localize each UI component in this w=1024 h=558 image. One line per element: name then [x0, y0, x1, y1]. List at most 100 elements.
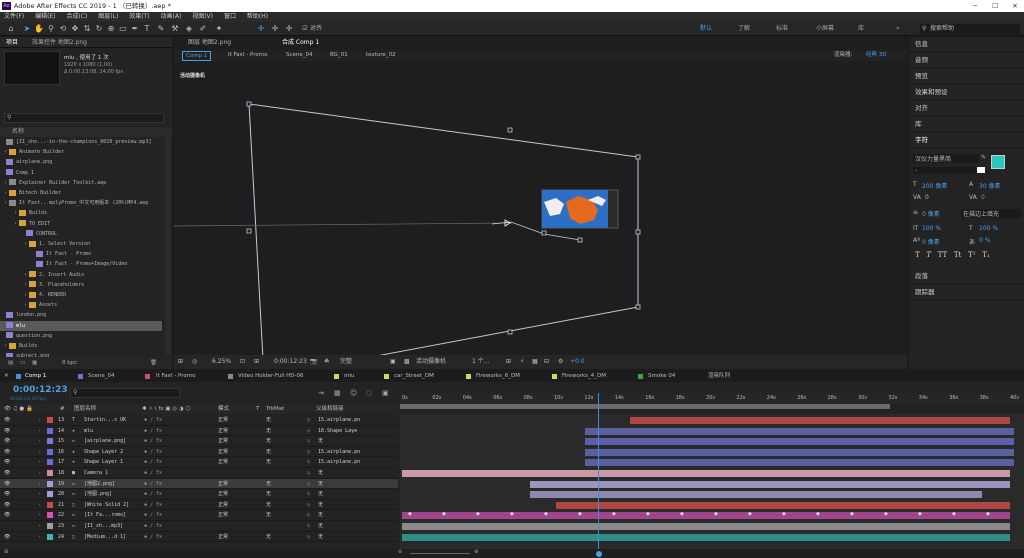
visibility-eye-icon[interactable]: 👁: [4, 489, 10, 500]
flowchart-icon[interactable]: ⊟: [544, 355, 549, 369]
exposure-reset-icon[interactable]: ⚙: [558, 355, 563, 369]
project-item[interactable]: › Explainer Builder Toolkit.aep: [0, 178, 162, 188]
project-item[interactable]: airplane.png: [0, 157, 162, 167]
expand-arrow-icon[interactable]: ›: [4, 200, 7, 206]
col-layer-name[interactable]: 图层名称: [74, 404, 96, 414]
expand-arrow-icon[interactable]: ›: [4, 343, 7, 349]
blend-mode-select[interactable]: 正常: [218, 415, 228, 426]
keyframe-marker[interactable]: ◆: [408, 511, 412, 517]
time-navigator-handle[interactable]: [596, 551, 602, 557]
expand-arrow-icon[interactable]: ›: [38, 426, 41, 437]
font-size-value[interactable]: 200 像素: [922, 181, 947, 190]
panel-character[interactable]: 字符: [909, 133, 1024, 148]
expand-arrow-icon[interactable]: ›: [38, 468, 41, 479]
pickwhip-icon[interactable]: ◎: [307, 500, 310, 511]
pan-camera-icon[interactable]: ✥: [70, 24, 80, 34]
tab-smoke04[interactable]: Smoke 04: [648, 371, 675, 382]
puppet-pin-icon[interactable]: ✦: [214, 24, 224, 34]
av-switches-icon[interactable]: 👁 ♫ ● 🔒: [4, 404, 33, 414]
layer-switches[interactable]: ✱ ∕ fx: [144, 436, 162, 447]
exposure-value[interactable]: +0.0: [570, 355, 585, 369]
label-color-swatch[interactable]: [47, 523, 53, 529]
panel-paragraph[interactable]: 段落: [909, 269, 1024, 284]
layer-name[interactable]: [地图2.png]: [84, 479, 115, 490]
home-icon[interactable]: ⌂: [6, 24, 16, 34]
keyframe-marker[interactable]: ◆: [646, 511, 650, 517]
snapshot-icon[interactable]: 📷: [310, 355, 317, 369]
keyframe-marker[interactable]: ◆: [680, 511, 684, 517]
fill-color-swatch[interactable]: [991, 155, 1005, 169]
keyframe-marker[interactable]: ◆: [476, 511, 480, 517]
panel-tracker[interactable]: 跟踪器: [909, 285, 1024, 300]
parent-select[interactable]: 16.Shape Laye: [318, 426, 357, 437]
col-mode[interactable]: 模式: [218, 404, 229, 414]
pickwhip-icon[interactable]: ◎: [307, 426, 310, 437]
pickwhip-icon[interactable]: ◎: [307, 479, 310, 490]
label-color-swatch[interactable]: [47, 417, 53, 423]
tab-comp-viewer[interactable]: 合成 Comp 1: [282, 37, 319, 49]
layer-switches[interactable]: ✱ ∕ fx: [144, 468, 162, 479]
layer-switches[interactable]: ✱ ∕ fx: [144, 521, 162, 532]
tab-fireworks6[interactable]: Fireworks_6_DM: [476, 371, 520, 382]
new-comp-icon[interactable]: ▦: [32, 357, 37, 369]
label-color-swatch[interactable]: [47, 512, 53, 519]
layer-row[interactable]: 👁 › 22 ▭ [It Fa...romo] ✱ ∕ fx 正常 无 ◎ 无: [0, 510, 398, 521]
expand-arrow-icon[interactable]: ›: [38, 457, 41, 468]
menu-edit[interactable]: 编辑(E): [35, 13, 55, 20]
world-axis-icon[interactable]: ✛: [270, 24, 280, 34]
keyframe-marker[interactable]: ◆: [612, 511, 616, 517]
parent-select[interactable]: 无: [318, 479, 323, 490]
layer-row[interactable]: 👁 › 24 □ [Medium...d 1] ✱ ∕ fx 正常 无 ◎ 无: [0, 532, 398, 543]
parent-select[interactable]: 15.airplane.pn: [318, 447, 360, 458]
trkmat-select[interactable]: 无: [266, 436, 271, 447]
visibility-eye-icon[interactable]: 👁: [4, 510, 10, 521]
rotate-tool-icon[interactable]: ↻: [94, 24, 104, 34]
blend-mode-select[interactable]: 正常: [218, 500, 228, 511]
workspace-standard[interactable]: 标准: [776, 24, 788, 34]
expand-arrow-icon[interactable]: ›: [14, 210, 17, 216]
project-item[interactable]: › 1. Select Version: [0, 239, 162, 249]
baseline-value[interactable]: 0 像素: [922, 237, 940, 246]
layer-duration-bar[interactable]: [530, 480, 1010, 488]
anchor-tool-icon[interactable]: ⊕: [106, 24, 116, 34]
layer-switches[interactable]: ✱ ∕ fx: [144, 489, 162, 500]
blend-mode-select[interactable]: 正常: [218, 447, 228, 458]
faux-italic-button[interactable]: T: [926, 251, 931, 259]
label-color-swatch[interactable]: [47, 448, 53, 455]
layer-name[interactable]: [White Solid 2]: [84, 500, 129, 511]
small-caps-button[interactable]: Tt: [954, 251, 961, 259]
current-time-indicator[interactable]: [598, 393, 599, 558]
delete-icon[interactable]: 🗑: [150, 357, 157, 369]
expand-arrow-icon[interactable]: ›: [4, 180, 7, 186]
superscript-button[interactable]: T¹: [968, 251, 975, 259]
parent-select[interactable]: 15.airplane.pn: [318, 415, 360, 426]
layer-duration-bar[interactable]: [402, 470, 1010, 477]
label-color-swatch[interactable]: [47, 427, 53, 434]
project-item[interactable]: › Bitech Builder: [0, 188, 162, 198]
name-column-header[interactable]: 名称: [0, 127, 172, 137]
new-folder-icon[interactable]: ▭: [20, 357, 25, 369]
expand-arrow-icon[interactable]: ›: [4, 190, 7, 196]
views-select[interactable]: 1 个...: [472, 355, 489, 369]
keyframe-marker[interactable]: ◆: [884, 511, 888, 517]
tab-promo[interactable]: It Fast - Promo: [156, 371, 196, 382]
crumb-bg01[interactable]: BG_01: [330, 50, 348, 61]
label-color-swatch[interactable]: [47, 533, 53, 540]
tab-car-street[interactable]: car_Street_DM: [394, 371, 434, 382]
parent-select[interactable]: 无: [318, 489, 323, 500]
pickwhip-icon[interactable]: ◎: [307, 457, 310, 468]
tab-scene04[interactable]: Scene_04: [88, 371, 115, 382]
label-color-swatch[interactable]: [47, 459, 53, 466]
trkmat-select[interactable]: 无: [266, 447, 271, 458]
orbit-camera-icon[interactable]: ⟲: [58, 24, 68, 34]
layer-name[interactable]: Camera 1: [84, 468, 108, 479]
project-item[interactable]: It Fast - Promo+Image/Video: [0, 259, 162, 269]
layer-name[interactable]: [It Fa...romo]: [84, 510, 126, 521]
crumb-comp1[interactable]: Comp 1: [182, 51, 212, 61]
renderer-value[interactable]: 经典 3D: [866, 50, 886, 61]
parent-select[interactable]: 无: [318, 532, 323, 543]
visibility-eye-icon[interactable]: 👁: [4, 500, 10, 511]
pickwhip-icon[interactable]: ◎: [307, 468, 310, 479]
all-caps-button[interactable]: TT: [938, 251, 947, 259]
layer-duration-bar[interactable]: [585, 427, 1014, 435]
